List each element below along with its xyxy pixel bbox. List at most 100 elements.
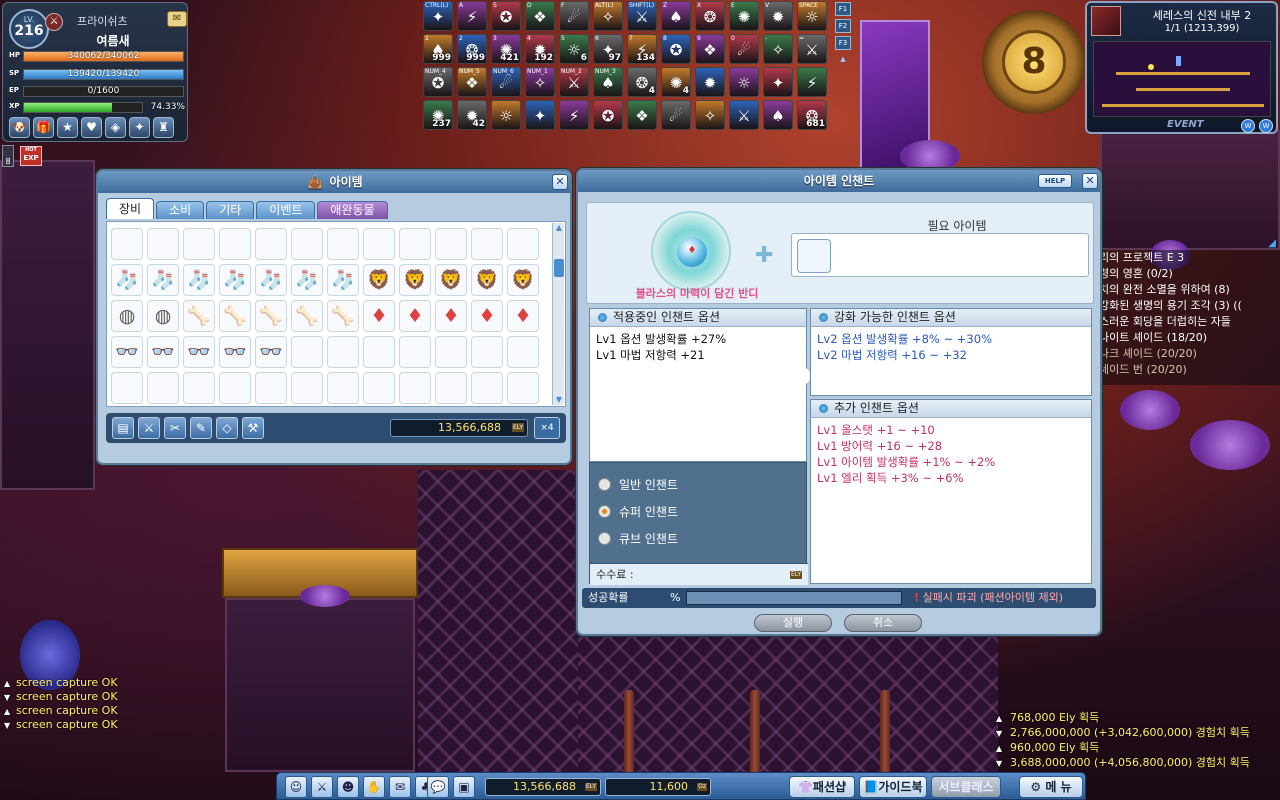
fkey-tab[interactable]: F1 — [835, 2, 851, 16]
radio-button[interactable] — [598, 505, 611, 518]
menu-button[interactable]: ⚙ 메 뉴 — [1019, 776, 1083, 798]
quest-entry[interactable]: 리의 프로젝트 E 3 — [1097, 250, 1280, 266]
inventory-tab[interactable]: 이벤트 — [256, 201, 316, 219]
inventory-slot[interactable]: 🦁 — [471, 264, 503, 296]
quickslot[interactable]: ✹ V — [763, 1, 793, 31]
quickslot[interactable]: ✧ ALT(L) — [593, 1, 623, 31]
inventory-slot[interactable]: ◍ — [111, 300, 143, 332]
subclass-button[interactable]: 서브클래스 — [931, 776, 1001, 798]
inventory-slot[interactable] — [291, 228, 323, 260]
quickslot[interactable]: ⚡ — [559, 100, 589, 130]
quest-entry[interactable]: 강화된 생명의 용기 조각 (3) (( — [1097, 298, 1280, 314]
quickslot[interactable]: ✧ - — [763, 34, 793, 64]
inventory-slot[interactable]: 🦁 — [399, 264, 431, 296]
quickslot[interactable]: ⚔ — [729, 100, 759, 130]
enchant-type-option[interactable]: 큐브 인챈트 — [598, 531, 678, 547]
quickslot[interactable]: ☼ SPACE — [797, 1, 827, 31]
required-item-slot[interactable] — [797, 239, 831, 273]
quest-entry[interactable]: 세이드 번 (20/20) — [1097, 362, 1280, 378]
gift-icon[interactable]: 🎁 — [33, 117, 54, 138]
quickslot[interactable]: ❂ 681 — [797, 100, 827, 130]
cash-shop-icon[interactable]: ▤ — [112, 417, 134, 439]
inventory-slot[interactable] — [219, 372, 251, 404]
quickslot[interactable]: ♠ — [763, 100, 793, 130]
inventory-slot[interactable]: 👓 — [255, 336, 287, 368]
quickslot[interactable]: ✹ — [695, 67, 725, 97]
quickslot[interactable]: ❖ NUM_5 — [457, 67, 487, 97]
inventory-slot[interactable] — [183, 372, 215, 404]
quickslot[interactable]: ☄ NUM_6 — [491, 67, 521, 97]
quickslot[interactable]: ✺ 4 — [661, 67, 691, 97]
pet-icon[interactable]: 🐶 — [9, 117, 30, 138]
inventory-slot[interactable]: 🦴 — [255, 300, 287, 332]
face-icon[interactable]: ☻ — [337, 776, 359, 798]
quickslot[interactable]: ✹ 4 192 — [525, 34, 555, 64]
quickslot[interactable]: ✦ — [525, 100, 555, 130]
minimap-view[interactable] — [1093, 41, 1271, 117]
quickslot[interactable]: ❖ D — [525, 1, 555, 31]
quickslot[interactable]: ✦ 6 97 — [593, 34, 623, 64]
inventory-slot[interactable]: 🦴 — [291, 300, 323, 332]
inventory-slot[interactable] — [327, 372, 359, 404]
character-icon[interactable]: ☺ — [285, 776, 307, 798]
helmet-icon[interactable]: ♜ — [153, 117, 174, 138]
event-emblem[interactable]: 8 — [982, 10, 1086, 114]
quickslot[interactable]: ⚔ SHIFT(L) — [627, 1, 657, 31]
star-icon[interactable]: ★ — [57, 117, 78, 138]
quickslot[interactable]: ❖ 9 — [695, 34, 725, 64]
collapse-arrow-icon[interactable]: ▲ — [835, 53, 851, 67]
quickslot[interactable]: ✪ NUM_4 — [423, 67, 453, 97]
inventory-slot[interactable] — [399, 336, 431, 368]
quest-collapse-icon[interactable]: ◢ — [1268, 238, 1276, 249]
quickslot[interactable]: ☼ — [729, 67, 759, 97]
inventory-slot[interactable]: 🦴 — [183, 300, 215, 332]
inventory-slot[interactable]: 🦁 — [507, 264, 539, 296]
inventory-slot[interactable] — [399, 228, 431, 260]
inventory-slot[interactable] — [435, 336, 467, 368]
buff-icon[interactable]: 8 — [2, 145, 14, 167]
exp-boost-icon[interactable]: HOT EXP — [20, 146, 42, 166]
quickslot[interactable]: ✺ E — [729, 1, 759, 31]
inventory-slot[interactable] — [507, 336, 539, 368]
quickslot[interactable]: ⚡ A — [457, 1, 487, 31]
help-button[interactable]: HELP — [1038, 174, 1072, 188]
quest-entry[interactable]: 나크 셰이드 (20/20) — [1097, 346, 1280, 362]
quickslot[interactable]: ♠ NUM_3 — [593, 67, 623, 97]
world-map-button[interactable]: W — [1241, 119, 1255, 133]
scroll-thumb[interactable] — [554, 259, 564, 277]
inventory-slot[interactable]: 🦴 — [219, 300, 251, 332]
heart-icon[interactable]: ♥ — [81, 117, 102, 138]
inventory-slot[interactable] — [471, 228, 503, 260]
quest-entry[interactable]: 스러운 회당을 더럽히는 자들 — [1097, 314, 1280, 330]
skill-icon[interactable]: ⚔ — [311, 776, 333, 798]
inventory-slot[interactable] — [363, 372, 395, 404]
quest-entry[interactable]: 령의 영혼 (0/2) — [1097, 266, 1280, 282]
radio-button[interactable] — [598, 478, 611, 491]
inventory-slot[interactable]: 🧦 — [255, 264, 287, 296]
inventory-tab[interactable]: 애완동물 — [317, 201, 388, 219]
chat-bubble-icon[interactable]: 💬 — [427, 776, 449, 798]
inventory-slot[interactable]: ♦ — [363, 300, 395, 332]
guidebook-button[interactable]: 📘가이드북 — [859, 776, 927, 798]
inventory-slot[interactable]: ♦ — [435, 300, 467, 332]
quickslot[interactable]: ☼ 5 6 — [559, 34, 589, 64]
quest-entry[interactable]: 치의 완전 소멸을 위하여 (8) — [1097, 282, 1280, 298]
inventory-slot[interactable] — [255, 228, 287, 260]
inventory-slot[interactable] — [471, 336, 503, 368]
expand-slots-button[interactable]: ×4 — [534, 417, 560, 439]
inventory-tab[interactable]: 장비 — [106, 198, 155, 219]
enchant-title-bar[interactable]: 아이템 인챈트 — [578, 170, 1100, 192]
quickslot[interactable]: ✧ — [695, 100, 725, 130]
fashion-shop-button[interactable]: 👚패션샵 — [789, 776, 855, 798]
fkey-tab[interactable]: F3 — [835, 36, 851, 50]
quickslot[interactable]: ✧ NUM_1 — [525, 67, 555, 97]
inventory-slot[interactable] — [183, 228, 215, 260]
quest-icon[interactable]: ✉ — [389, 776, 411, 798]
quest-entry[interactable]: 나이트 셰이드 (18/20) — [1097, 330, 1280, 346]
inventory-slot[interactable] — [219, 228, 251, 260]
target-item-slot[interactable]: ♦ — [677, 237, 707, 267]
inventory-slot[interactable]: ♦ — [399, 300, 431, 332]
quickslot[interactable]: ❂ X — [695, 1, 725, 31]
world-button[interactable]: W — [1259, 119, 1273, 133]
inventory-slot[interactable] — [363, 228, 395, 260]
